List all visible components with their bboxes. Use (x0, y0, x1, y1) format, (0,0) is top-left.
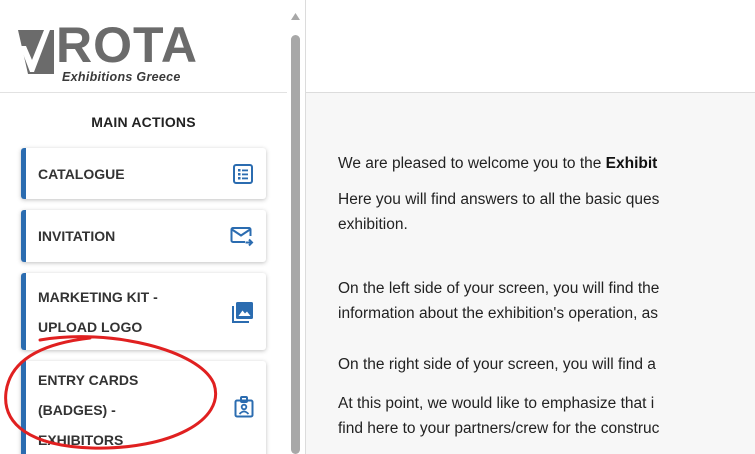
paragraph-line: Here you will find answers to all the ba… (338, 191, 660, 208)
logo-wordmark: ROTA (56, 17, 198, 73)
intro-paragraph: Here you will find answers to all the ba… (338, 187, 755, 237)
action-card-label: INVITATION (38, 228, 116, 244)
logo-tagline: Exhibitions Greece (62, 70, 181, 84)
scroll-up-arrow-icon[interactable] (290, 12, 301, 21)
paragraph-line: On the left side of your screen, you wil… (338, 280, 660, 297)
action-card-label-line: MARKETING KIT - (38, 288, 158, 305)
action-card-catalogue[interactable]: CATALOGUE (21, 148, 266, 199)
scrollbar-thumb[interactable] (291, 35, 300, 454)
section-title: MAIN ACTIONS (91, 114, 196, 130)
image-gallery-icon (232, 301, 254, 323)
sidebar: ROTA Exhibitions Greece MAIN ACTIONS CAT… (0, 0, 287, 454)
welcome-text: We are pleased to welcome you to the (338, 155, 606, 172)
logo-check-icon (18, 30, 54, 74)
welcome-paragraph: We are pleased to welcome you to the Exh… (338, 151, 755, 176)
annotation-circle (4, 335, 218, 450)
right-side-paragraph: On the right side of your screen, you wi… (338, 352, 755, 377)
sidebar-scrollbar[interactable] (287, 0, 304, 454)
badge-id-icon (234, 396, 254, 418)
main-content: We are pleased to welcome you to the Exh… (306, 93, 755, 454)
left-side-paragraph: On the left side of your screen, you wil… (338, 276, 755, 326)
action-card-label: CATALOGUE (38, 165, 125, 182)
catalogue-list-icon (232, 163, 254, 185)
welcome-bold-text: Exhibit (605, 155, 658, 172)
paragraph-line: find here to your partners/crew for the … (338, 420, 660, 437)
paragraph-line: exhibition. (338, 216, 408, 233)
mail-send-icon (230, 225, 254, 247)
paragraph-line: At this point, we would like to emphasiz… (338, 395, 655, 412)
logo[interactable]: ROTA Exhibitions Greece (0, 0, 287, 93)
paragraph-line: information about the exhibition's opera… (338, 305, 659, 322)
emphasis-paragraph: At this point, we would like to emphasiz… (338, 391, 755, 441)
top-bar (306, 0, 755, 93)
paragraph-line: On the right side of your screen, you wi… (338, 356, 656, 373)
action-card-invitation[interactable]: INVITATION (21, 210, 266, 262)
